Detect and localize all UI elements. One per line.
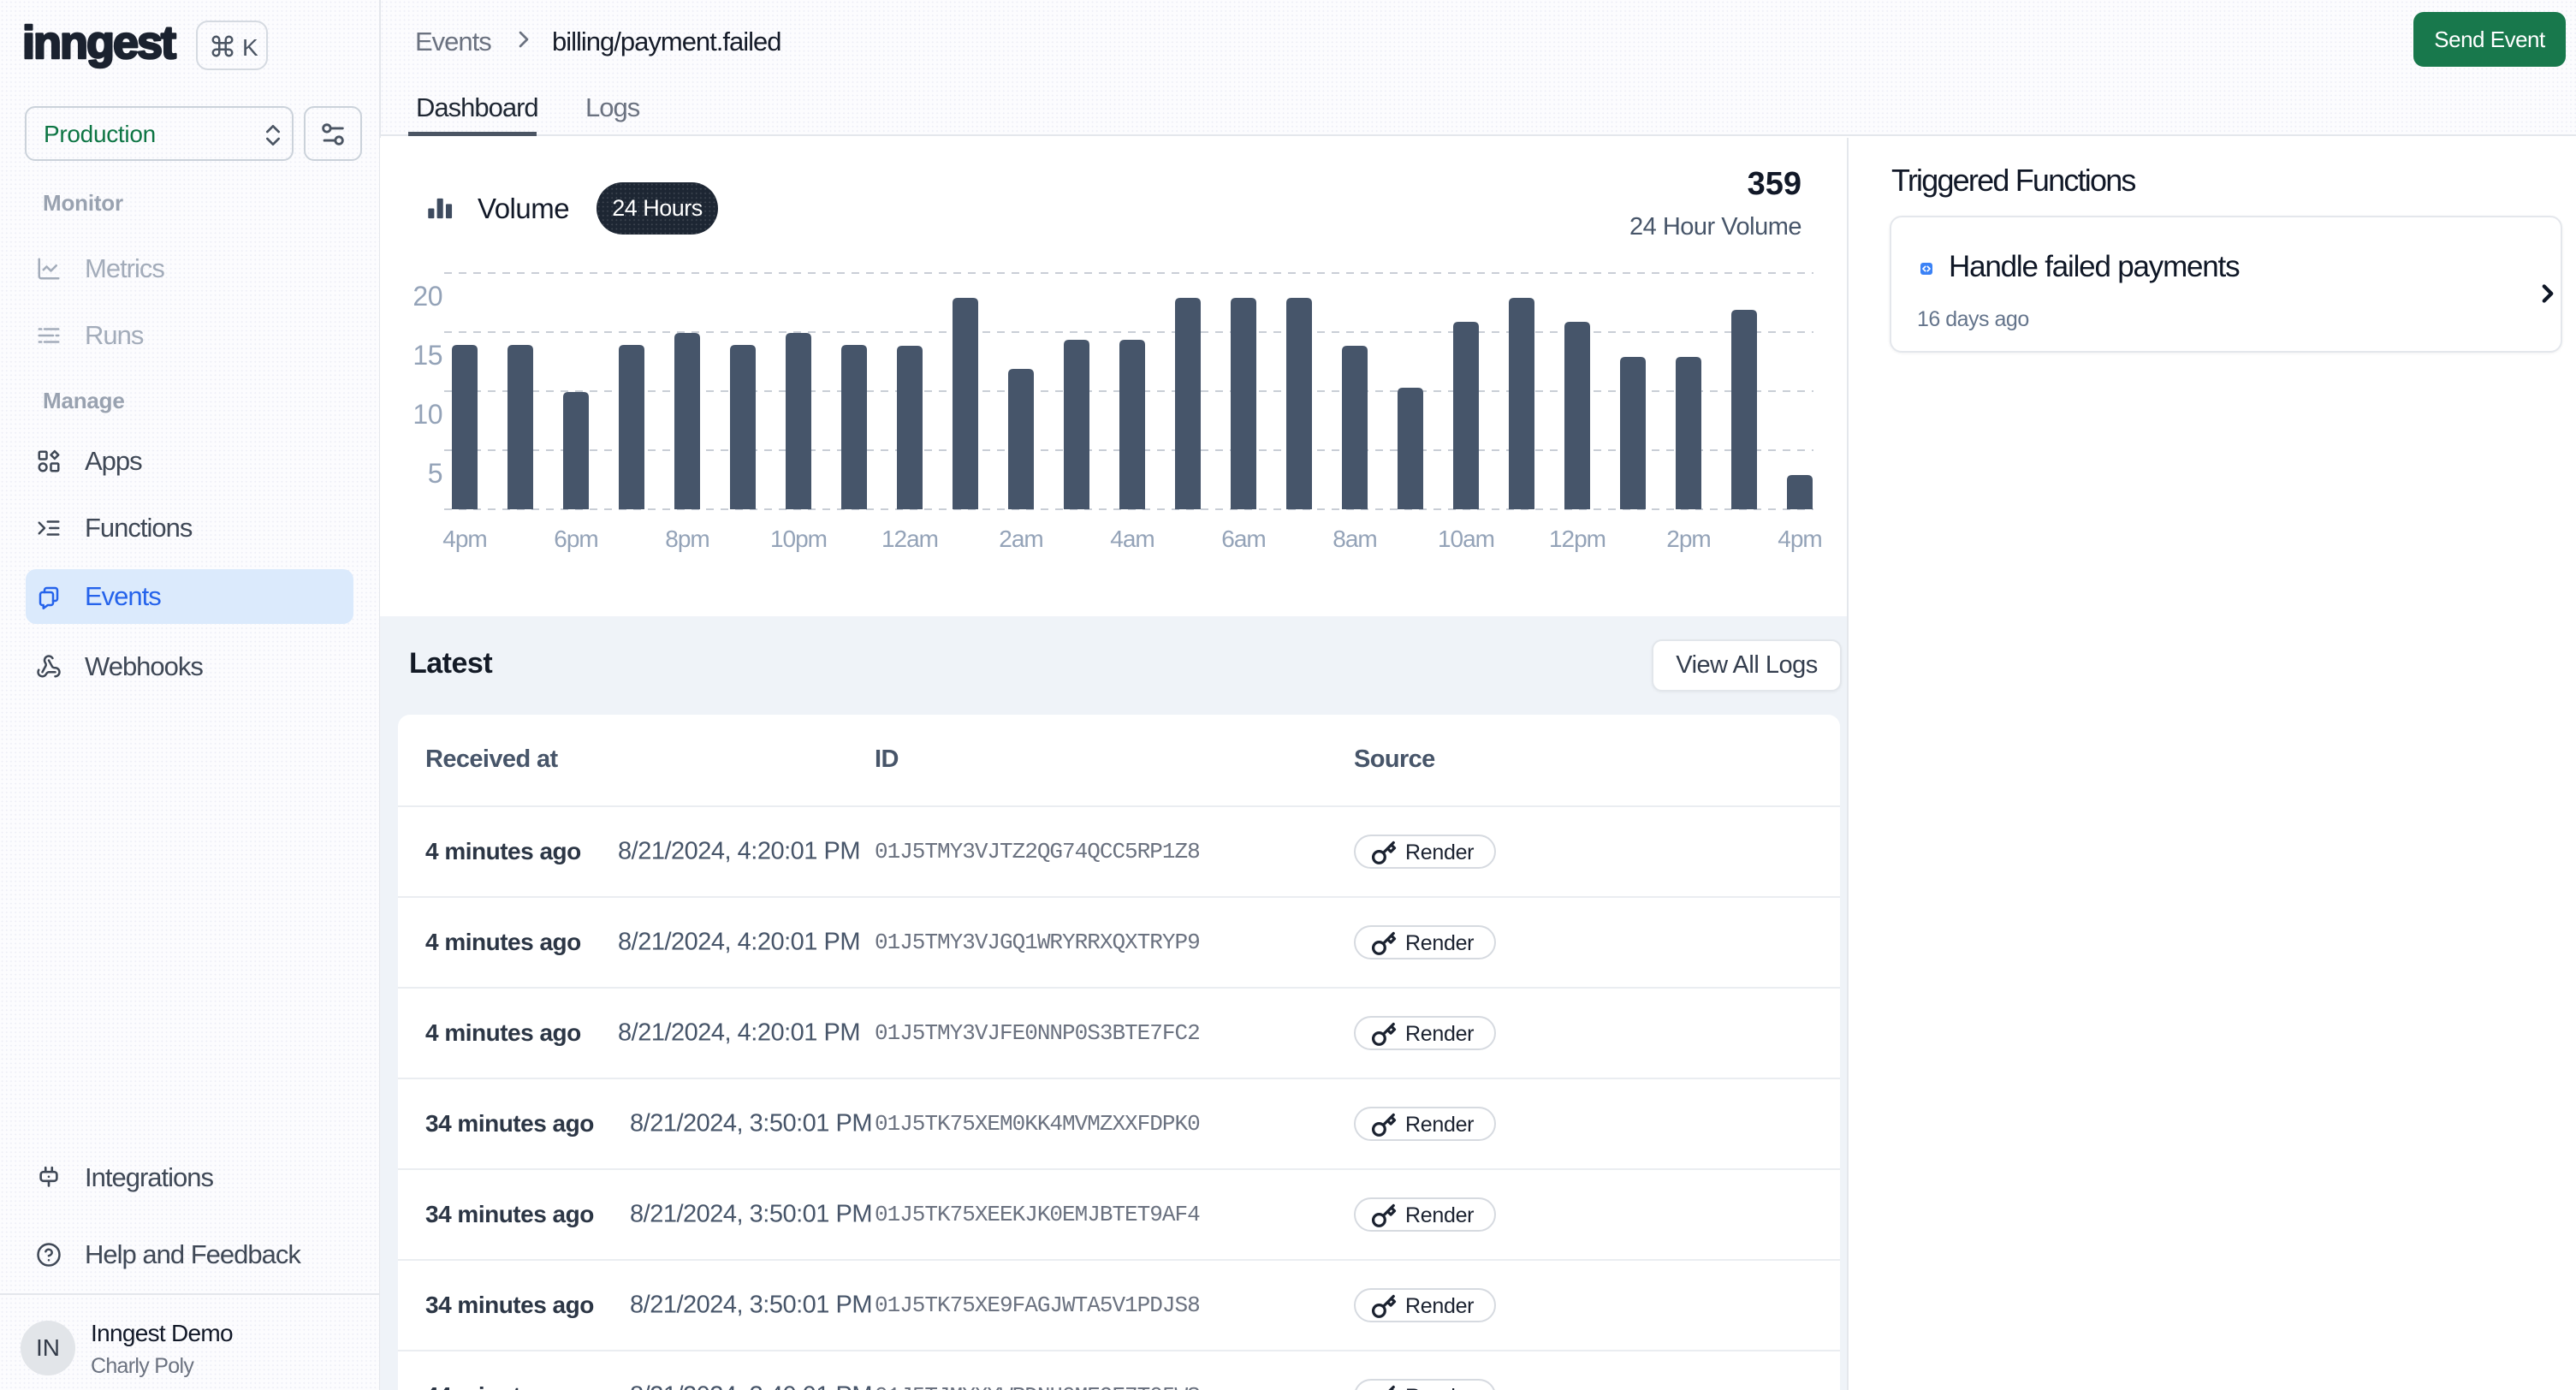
- svg-text:15: 15: [413, 340, 442, 371]
- svg-text:inngest: inngest: [22, 17, 176, 68]
- svg-text:10: 10: [413, 399, 442, 430]
- svg-text:10am: 10am: [1438, 526, 1494, 552]
- svg-text:2am: 2am: [999, 526, 1042, 552]
- svg-text:8pm: 8pm: [665, 526, 709, 552]
- svg-text:5: 5: [428, 458, 442, 489]
- svg-text:12pm: 12pm: [1549, 526, 1606, 552]
- svg-text:6am: 6am: [1221, 526, 1265, 552]
- svg-text:2pm: 2pm: [1666, 526, 1710, 552]
- svg-text:6pm: 6pm: [554, 526, 597, 552]
- svg-text:12am: 12am: [881, 526, 938, 552]
- svg-text:8am: 8am: [1333, 526, 1376, 552]
- svg-text:4pm: 4pm: [1778, 526, 1821, 552]
- svg-text:4am: 4am: [1110, 526, 1154, 552]
- svg-text:4pm: 4pm: [442, 526, 486, 552]
- svg-text:10pm: 10pm: [770, 526, 827, 552]
- svg-text:20: 20: [413, 281, 442, 312]
